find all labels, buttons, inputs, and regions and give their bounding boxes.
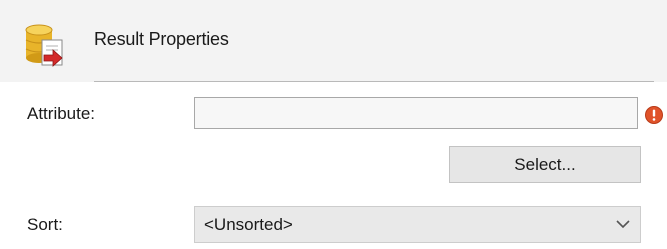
sort-label: Sort: [27,215,63,234]
error-icon [645,106,663,124]
attribute-input[interactable] [194,97,638,129]
panel-header: Result Properties [0,0,667,82]
attribute-label: Attribute: [27,104,96,123]
header-divider [94,81,654,82]
result-properties-panel: Result Properties Attribute: Select... S… [0,0,667,249]
database-export-icon [25,24,63,67]
page-title: Result Properties [94,29,229,49]
select-button[interactable]: Select... [449,146,641,183]
chevron-down-icon [616,220,630,229]
sort-dropdown[interactable]: <Unsorted> [194,206,641,243]
sort-selected-value: <Unsorted> [204,215,293,234]
